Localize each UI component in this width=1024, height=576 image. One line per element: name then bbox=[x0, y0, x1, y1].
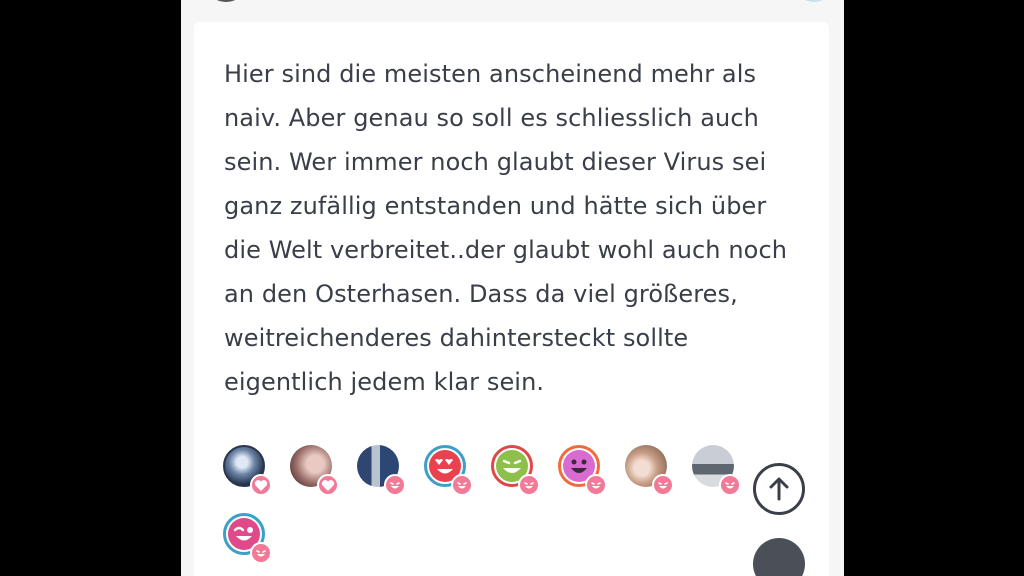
reaction-item[interactable] bbox=[223, 513, 272, 564]
laugh-icon bbox=[518, 474, 540, 496]
comment-line: weitreichenderes dahintersteckt sollte bbox=[224, 324, 689, 352]
laugh-icon bbox=[250, 542, 272, 564]
content-panel: Hier sind die meisten anscheinend mehr a… bbox=[181, 0, 844, 576]
laugh-icon bbox=[719, 474, 741, 496]
previous-comment-action[interactable] bbox=[794, 0, 834, 2]
heart-icon bbox=[317, 474, 339, 496]
laugh-icon bbox=[451, 474, 473, 496]
comment-text: Hier sind die meisten anscheinend mehr a… bbox=[224, 52, 814, 404]
comment-card: Hier sind die meisten anscheinend mehr a… bbox=[194, 22, 829, 576]
reaction-item[interactable] bbox=[558, 445, 607, 496]
comment-line: an den Osterhasen. Dass da viel größeres… bbox=[224, 280, 738, 308]
reaction-item[interactable] bbox=[424, 445, 473, 496]
reaction-item[interactable] bbox=[625, 445, 674, 496]
comment-line: die Welt verbreitet..der glaubt wohl auc… bbox=[224, 236, 788, 264]
reaction-item[interactable] bbox=[223, 445, 272, 496]
reaction-item[interactable] bbox=[491, 445, 540, 496]
laugh-icon bbox=[652, 474, 674, 496]
comment-line: Hier sind die meisten anscheinend mehr a… bbox=[224, 60, 757, 88]
laugh-icon bbox=[384, 474, 406, 496]
heart-icon bbox=[250, 474, 272, 496]
arrow-up-circle-icon bbox=[769, 477, 789, 501]
comment-line: ganz zufällig entstanden und hätte sich … bbox=[224, 192, 767, 220]
reaction-item[interactable] bbox=[692, 445, 741, 496]
scroll-to-top-button[interactable] bbox=[753, 463, 805, 515]
comment-line: eigentlich jedem klar sein. bbox=[224, 368, 545, 396]
comment-line: naiv. Aber genau so soll es schliesslich… bbox=[224, 104, 759, 132]
reaction-item[interactable] bbox=[357, 445, 406, 496]
reaction-item[interactable] bbox=[290, 445, 339, 496]
comment-line: sein. Wer immer noch glaubt dieser Virus… bbox=[224, 148, 767, 176]
previous-comment-avatar[interactable] bbox=[204, 0, 248, 2]
laugh-icon bbox=[585, 474, 607, 496]
